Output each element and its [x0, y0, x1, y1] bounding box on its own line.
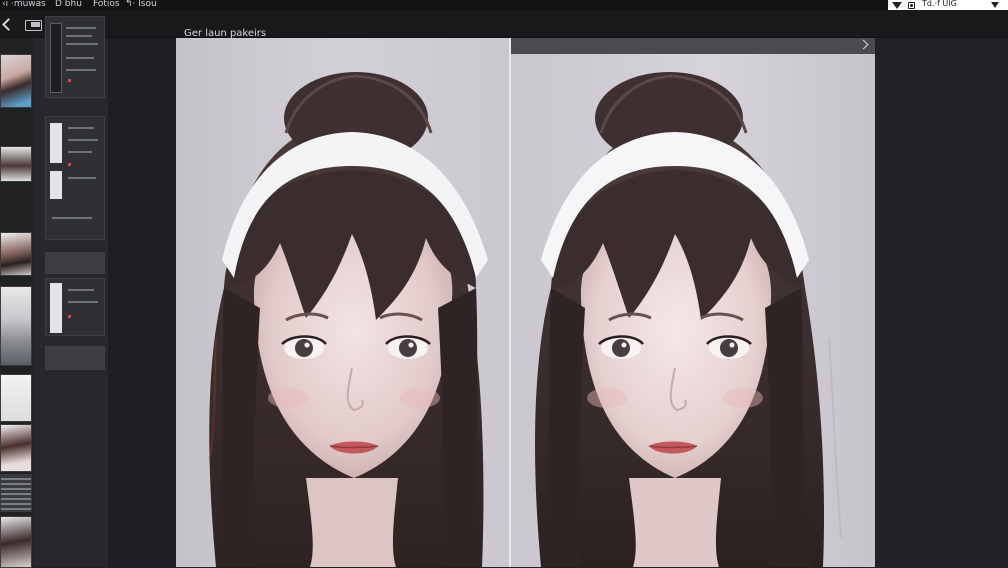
- preview-card[interactable]: [45, 278, 105, 336]
- triangle-down-icon[interactable]: [892, 2, 902, 9]
- menu-item-edit[interactable]: D bhu: [55, 0, 82, 9]
- canvas-header-strip: [511, 38, 875, 54]
- thumbnail[interactable]: [0, 54, 32, 108]
- thumbnail[interactable]: [0, 146, 32, 182]
- menu-item-file[interactable]: ‹i ·muwas: [2, 0, 46, 9]
- gutter: [108, 38, 176, 567]
- chevron-left-icon[interactable]: [1, 17, 13, 31]
- portrait-image-edited: [535, 72, 842, 567]
- chevron-down-icon[interactable]: [991, 2, 999, 8]
- panel-toggle-icon[interactable]: [25, 20, 42, 31]
- thumbnail[interactable]: [0, 516, 32, 568]
- portrait-image: [209, 72, 488, 567]
- thumbnail[interactable]: [0, 374, 32, 422]
- thumbnail[interactable]: [0, 474, 32, 512]
- preview-card[interactable]: [45, 16, 105, 98]
- thumbnail-column: [0, 38, 34, 568]
- preview-card[interactable]: [45, 346, 105, 370]
- menu-bar: ‹i ·muwas D bhu Fotios ↰· lsou Td.·f UIG: [0, 0, 1008, 10]
- thumbnail[interactable]: [0, 232, 32, 276]
- right-panel: [875, 38, 1008, 567]
- toolbar: Ger laun pakeirs: [0, 10, 1008, 39]
- status-area: Td.·f UIG: [888, 0, 1008, 10]
- menu-item-tools[interactable]: ↰· lsou: [125, 0, 157, 9]
- menu-item-photos[interactable]: Fotios: [93, 0, 120, 9]
- image-canvas-edited[interactable]: [511, 38, 875, 567]
- thumbnail[interactable]: [0, 424, 32, 472]
- record-icon[interactable]: [908, 2, 915, 9]
- thumbnail[interactable]: [0, 286, 32, 366]
- preview-card[interactable]: [45, 252, 105, 274]
- status-text: Td.·f UIG: [922, 0, 957, 8]
- image-canvas-original[interactable]: [176, 38, 509, 567]
- preview-card[interactable]: [45, 116, 105, 240]
